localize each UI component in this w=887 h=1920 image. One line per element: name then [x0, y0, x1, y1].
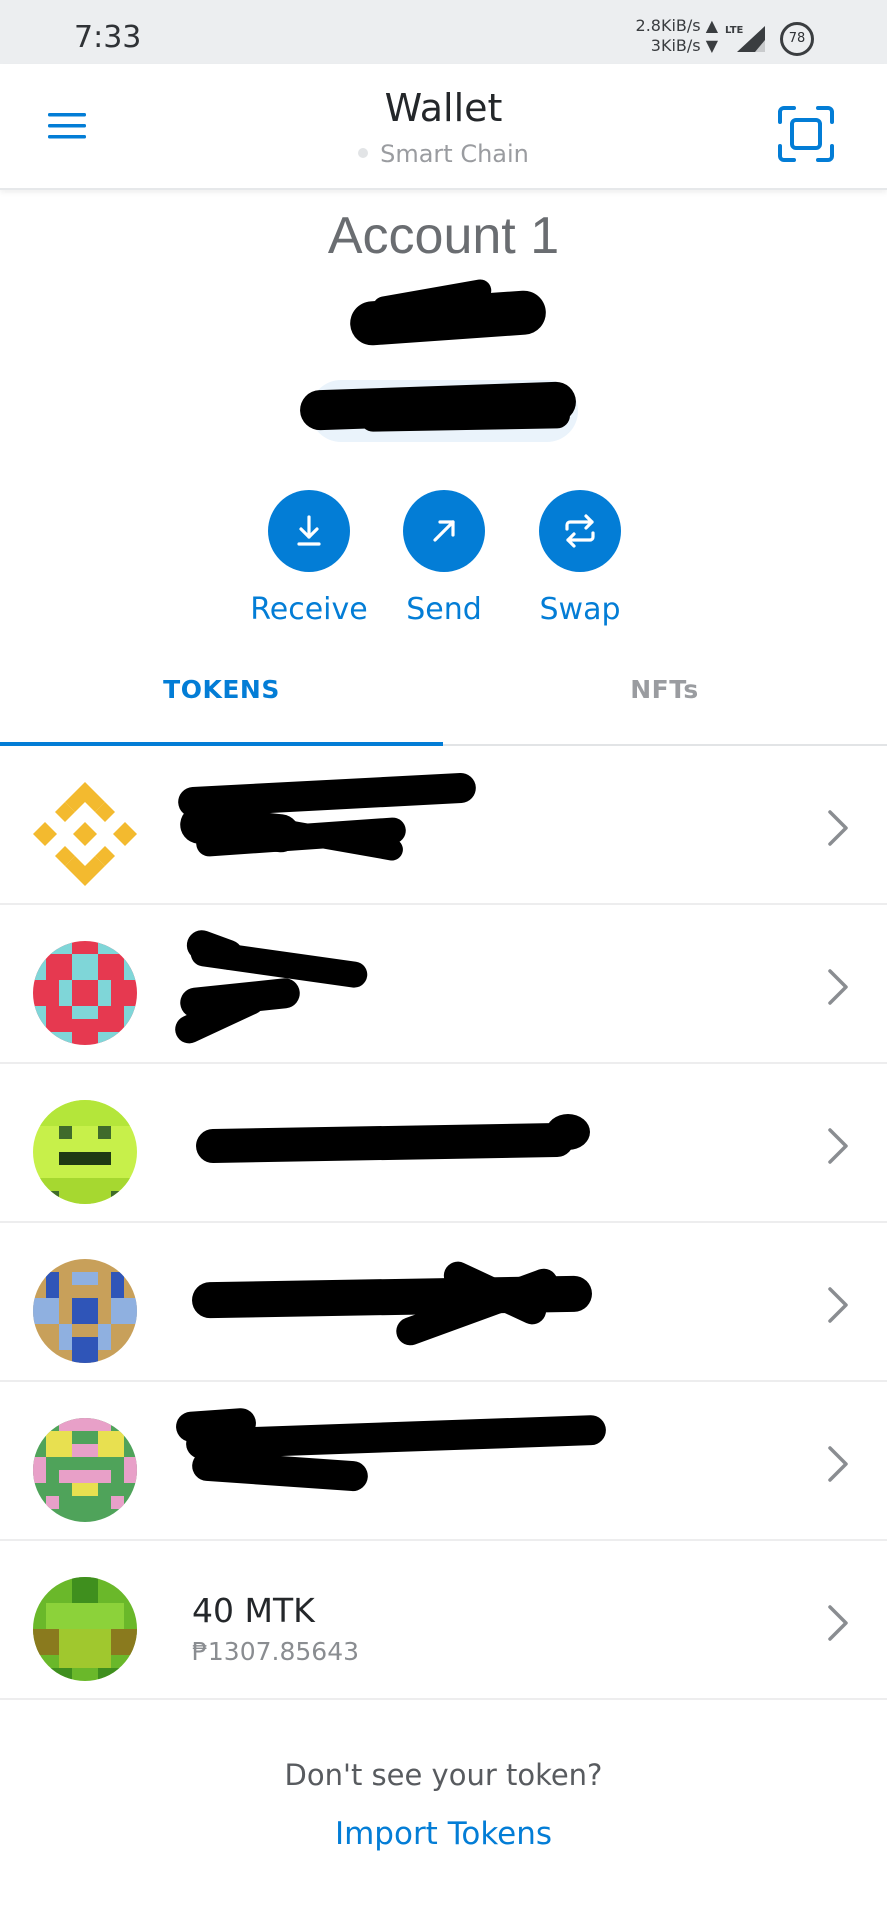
send-label: Send	[406, 592, 482, 627]
chevron-right-icon	[828, 1128, 848, 1164]
identicon-red-cyan	[33, 941, 137, 1045]
identicon-blue-tan	[33, 1259, 137, 1363]
tab-nfts[interactable]: NFTs	[443, 660, 886, 746]
swap-icon-circle	[539, 490, 621, 572]
network-type-label: LTE	[725, 25, 744, 36]
token-row[interactable]: 40 MTK ₱1307.85643	[0, 1541, 887, 1700]
identicon-lime-smiley	[33, 1100, 137, 1204]
page-title: Wallet	[384, 86, 503, 130]
swap-label: Swap	[539, 592, 621, 627]
send-button[interactable]: Send	[384, 490, 504, 627]
missing-token-prompt: Don't see your token?	[284, 1758, 603, 1792]
tab-tokens[interactable]: TOKENS	[0, 660, 443, 746]
chevron-right-icon	[828, 1605, 848, 1641]
send-icon-circle	[403, 490, 485, 572]
identicon-green-pink	[33, 1418, 137, 1522]
network-speed: 2.8KiB/s ▲ 3KiB/s ▼	[635, 16, 718, 55]
receive-icon-circle	[268, 490, 350, 572]
chevron-right-icon	[828, 1287, 848, 1323]
chevron-right-icon	[828, 969, 848, 1005]
import-tokens-link[interactable]: Import Tokens	[0, 1816, 887, 1852]
swap-arrows-icon	[565, 514, 595, 548]
download-speed: 3KiB/s	[650, 36, 701, 55]
token-row[interactable]	[0, 1064, 887, 1223]
download-arrow-icon	[297, 515, 321, 546]
status-bar: 7:33 2.8KiB/s ▲ 3KiB/s ▼ LTE 78	[0, 0, 887, 64]
app-header: Wallet Smart Chain	[0, 64, 887, 190]
swap-button[interactable]: Swap	[520, 490, 640, 627]
lte-signal-icon: LTE	[725, 25, 765, 52]
battery-icon: 78	[780, 22, 814, 56]
diagonal-arrow-icon	[433, 520, 455, 542]
receive-label: Receive	[250, 592, 368, 627]
network-selector[interactable]: Smart Chain	[0, 140, 887, 168]
token-row[interactable]	[0, 1223, 887, 1382]
qr-scan-icon[interactable]	[776, 104, 836, 164]
network-status-dot	[358, 148, 369, 158]
token-list: 40 MTK ₱1307.85643	[0, 746, 887, 1700]
token-amount: 40 MTK	[192, 1591, 315, 1630]
receive-button[interactable]: Receive	[249, 490, 369, 627]
network-name: Smart Chain	[380, 140, 529, 168]
chevron-right-icon	[828, 810, 848, 846]
bnb-logo-icon	[33, 782, 137, 886]
identicon-green-olive	[33, 1577, 137, 1681]
chevron-right-icon	[828, 1446, 848, 1482]
account-name[interactable]: Account 1	[0, 206, 887, 266]
token-row[interactable]	[0, 905, 887, 1064]
upload-speed: 2.8KiB/s	[635, 16, 701, 35]
token-row[interactable]	[0, 1382, 887, 1541]
asset-tabs: TOKENS NFTs	[0, 660, 887, 746]
token-row[interactable]	[0, 746, 887, 905]
token-fiat-value: ₱1307.85643	[192, 1637, 360, 1666]
status-time: 7:33	[74, 20, 142, 55]
